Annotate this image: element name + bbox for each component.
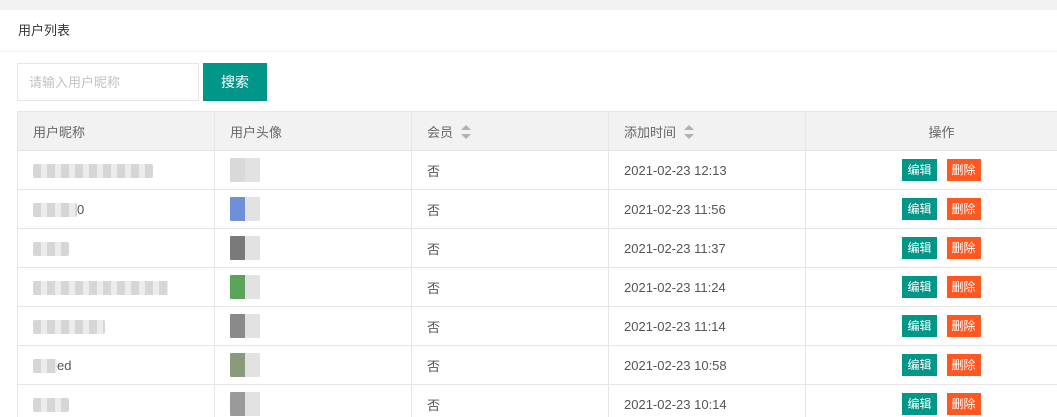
cell-member: 否: [411, 228, 609, 268]
redacted-nickname: [33, 397, 69, 412]
delete-button[interactable]: 删除: [946, 393, 981, 415]
avatar-image: [230, 314, 260, 338]
table-row: 否 2021-02-23 11:14 编辑 删除: [17, 306, 1057, 346]
cell-avatar: [214, 384, 412, 417]
nickname-search-input[interactable]: [17, 63, 199, 101]
nickname-visible-text: 0: [77, 202, 85, 218]
cell-actions: 编辑 删除: [805, 306, 1057, 346]
user-table: 用户昵称 用户头像 会员 添加时间 操作 否 2021-02-23 12:13 编辑…: [17, 111, 1057, 417]
cell-added-time: 2021-02-23 11:56: [608, 189, 806, 229]
cell-nickname: [17, 306, 215, 346]
col-header-nickname: 用户昵称: [17, 111, 215, 151]
cell-avatar: [214, 150, 412, 190]
redacted-nickname: [33, 163, 153, 178]
nickname-visible-text: ed: [57, 358, 72, 374]
user-list-panel: 用户列表 搜索 用户昵称 用户头像 会员 添加时间 操作 否2021-02-23…: [0, 10, 1057, 417]
edit-button[interactable]: 编辑: [902, 354, 937, 376]
table-row: 否 2021-02-23 11:37 编辑 删除: [17, 228, 1057, 268]
redacted-nickname: [33, 319, 105, 334]
table-header-row: 用户昵称 用户头像 会员 添加时间 操作: [17, 111, 1057, 151]
redacted-nickname: [33, 202, 77, 217]
cell-avatar: [214, 306, 412, 346]
delete-button[interactable]: 删除: [946, 354, 981, 376]
cell-added-time: 2021-02-23 11:37: [608, 228, 806, 268]
col-header-added-time[interactable]: 添加时间: [608, 111, 806, 151]
user-table-container: 用户昵称 用户头像 会员 添加时间 操作 否 2021-02-23 12:13 编辑…: [17, 111, 1057, 417]
delete-button[interactable]: 删除: [946, 315, 981, 337]
delete-button[interactable]: 删除: [946, 276, 981, 298]
edit-button[interactable]: 编辑: [902, 237, 937, 259]
table-row: 否 2021-02-23 12:13 编辑 删除: [17, 150, 1057, 190]
avatar-image: [230, 236, 260, 260]
redacted-nickname: [33, 241, 69, 256]
avatar-image: [230, 353, 260, 377]
cell-avatar: [214, 228, 412, 268]
cell-actions: 编辑 删除: [805, 189, 1057, 229]
cell-actions: 编辑 删除: [805, 267, 1057, 307]
cell-actions: 编辑 删除: [805, 228, 1057, 268]
search-button[interactable]: 搜索: [203, 63, 267, 101]
redacted-nickname: [33, 358, 57, 373]
cell-member: 否: [411, 384, 609, 417]
col-header-avatar: 用户头像: [214, 111, 412, 151]
cell-member: 否: [411, 306, 609, 346]
cell-nickname: [17, 228, 215, 268]
edit-button[interactable]: 编辑: [902, 198, 937, 220]
panel-title: 用户列表: [0, 10, 1057, 52]
cell-actions: 编辑 删除: [805, 345, 1057, 385]
cell-avatar: [214, 267, 412, 307]
avatar-image: [230, 197, 260, 221]
cell-added-time: 2021-02-23 10:58: [608, 345, 806, 385]
cell-added-time: 2021-02-23 10:14: [608, 384, 806, 417]
delete-button[interactable]: 删除: [946, 159, 981, 181]
edit-button[interactable]: 编辑: [902, 159, 937, 181]
cell-nickname: 0: [17, 189, 215, 229]
delete-button[interactable]: 删除: [946, 237, 981, 259]
cell-member: 否: [411, 150, 609, 190]
cell-member: 否: [411, 189, 609, 229]
sort-icon[interactable]: [684, 124, 695, 139]
table-row: 0 否 2021-02-23 11:56 编辑 删除: [17, 189, 1057, 229]
edit-button[interactable]: 编辑: [902, 393, 937, 415]
search-bar: 搜索: [17, 63, 267, 101]
cell-added-time: 2021-02-23 12:13: [608, 150, 806, 190]
cell-actions: 编辑 删除: [805, 384, 1057, 417]
cell-added-time: 2021-02-23 11:14: [608, 306, 806, 346]
cell-nickname: [17, 384, 215, 417]
cell-nickname: [17, 267, 215, 307]
delete-button[interactable]: 删除: [946, 198, 981, 220]
avatar-image: [230, 275, 260, 299]
edit-button[interactable]: 编辑: [902, 315, 937, 337]
cell-member: 否: [411, 267, 609, 307]
col-header-member[interactable]: 会员: [411, 111, 609, 151]
cell-nickname: ed: [17, 345, 215, 385]
avatar-image: [230, 392, 260, 416]
cell-avatar: [214, 189, 412, 229]
table-row: 否 2021-02-23 10:14 编辑 删除: [17, 384, 1057, 417]
table-row: ed 否 2021-02-23 10:58 编辑 删除: [17, 345, 1057, 385]
edit-button[interactable]: 编辑: [902, 276, 937, 298]
col-header-actions: 操作: [805, 111, 1057, 151]
redacted-nickname: [33, 280, 168, 295]
cell-nickname: [17, 150, 215, 190]
table-row: 否 2021-02-23 11:24 编辑 删除: [17, 267, 1057, 307]
cell-member: 否: [411, 345, 609, 385]
cell-added-time: 2021-02-23 11:24: [608, 267, 806, 307]
cell-avatar: [214, 345, 412, 385]
sort-icon[interactable]: [461, 124, 472, 139]
cell-actions: 编辑 删除: [805, 150, 1057, 190]
avatar-image: [230, 158, 260, 182]
